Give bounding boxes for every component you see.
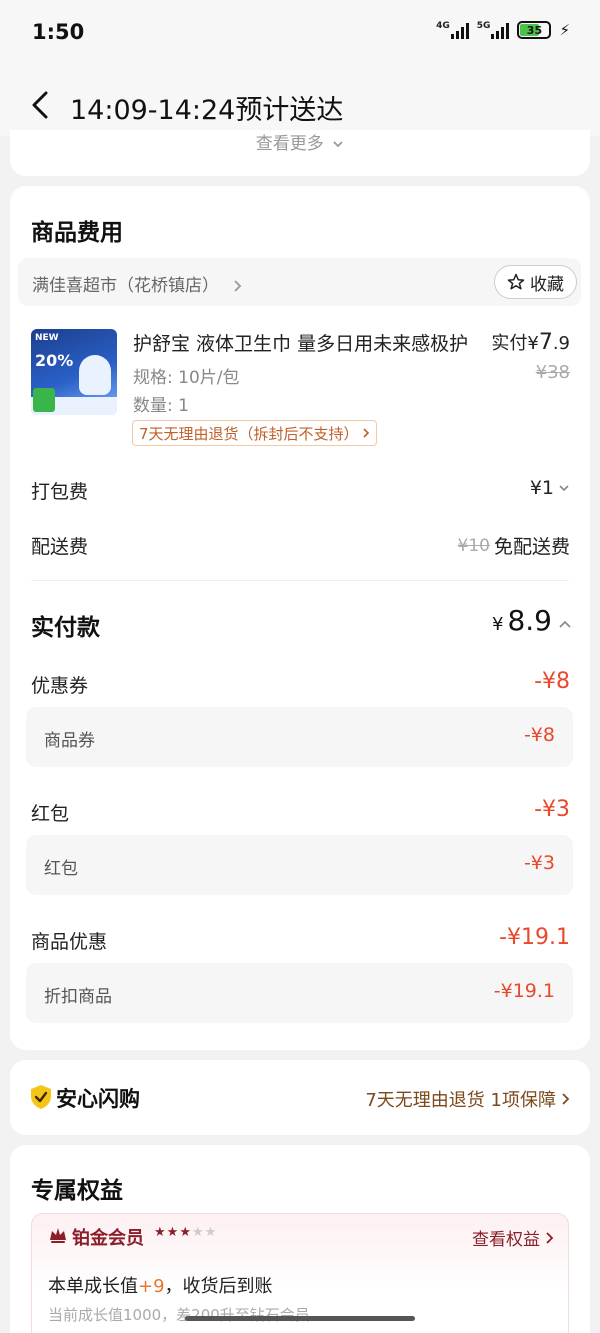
product-discount-detail-value: -¥19.1 <box>493 980 555 1002</box>
star-icon: ★ <box>154 1225 167 1240</box>
chevron-down-icon <box>333 141 343 148</box>
store-bar[interactable]: 满佳喜超市（花桥镇店） 收藏 <box>18 258 581 306</box>
redpacket-detail-row: 红包 -¥3 <box>26 835 573 895</box>
product-discount-label: 商品优惠 <box>31 931 108 953</box>
actual-payment-label: 实付款 <box>31 615 100 641</box>
product-spec: 规格: 10片/包 <box>133 368 240 388</box>
net-label-4g: 4G <box>436 20 450 31</box>
delivery-fee-free: 免配送费 <box>493 536 570 558</box>
packing-fee-label: 打包费 <box>31 481 89 503</box>
chevron-right-icon <box>234 280 242 292</box>
delivery-fee-original: ¥10 <box>457 535 490 556</box>
return-policy-tag[interactable]: 7天无理由退货（拆封后不支持） <box>132 420 377 446</box>
star-icon <box>507 273 525 290</box>
battery-icon: 35 <box>517 21 552 39</box>
star-icon: ★ <box>191 1225 205 1240</box>
product-image[interactable]: NEW 20% <box>31 329 117 415</box>
safe-purchase-guarantee[interactable]: 7天无理由退货 1项保障 <box>365 1086 570 1112</box>
chevron-down-icon <box>559 485 569 492</box>
chevron-right-icon <box>546 1231 554 1244</box>
store-name: 满佳喜超市（花桥镇店） <box>32 271 242 296</box>
fee-card: 商品费用 满佳喜超市（花桥镇店） 收藏 NEW 20% 护舒宝 液体卫生巾 量多… <box>10 186 590 1050</box>
shield-check-icon <box>31 1085 51 1109</box>
star-icon: ★ <box>166 1225 180 1240</box>
safe-purchase-card[interactable]: 安心闪购 7天无理由退货 1项保障 <box>10 1060 590 1135</box>
view-benefits-link[interactable]: 查看权益 <box>472 1225 554 1250</box>
chevron-right-icon <box>562 1093 570 1105</box>
divider <box>31 580 569 581</box>
status-bar: 1:50 4G 5G 35 ⚡ <box>0 0 600 66</box>
favorite-label: 收藏 <box>530 274 564 295</box>
product-discount-detail-row: 折扣商品 -¥19.1 <box>26 963 573 1023</box>
product-original-price: ¥38 <box>535 362 570 383</box>
product-discount-detail-label: 折扣商品 <box>44 987 112 1007</box>
coupon-detail-row: 商品券 -¥8 <box>26 707 573 767</box>
product-name[interactable]: 护舒宝 液体卫生巾 量多日用未来感极护 <box>133 329 473 356</box>
net-label-5g: 5G <box>476 20 491 31</box>
status-time: 1:50 <box>32 20 85 44</box>
packing-fee-value[interactable]: ¥1 <box>530 477 570 499</box>
redpacket-detail-value: -¥3 <box>523 852 555 874</box>
home-indicator <box>185 1316 415 1321</box>
see-more-button[interactable]: 查看更多 <box>0 129 600 154</box>
delivery-fee-value: ¥10 免配送费 <box>458 532 570 559</box>
actual-payment-value[interactable]: ¥ 8.9 <box>492 604 572 637</box>
vip-level-name: 铂金会员 <box>72 1228 144 1249</box>
coupon-detail-value: -¥8 <box>523 724 555 746</box>
delivery-fee-label: 配送费 <box>31 536 89 558</box>
back-arrow-icon[interactable] <box>30 90 52 120</box>
safe-purchase-title: 安心闪购 <box>56 1087 140 1111</box>
page-title: 14:09-14:24预计送达 <box>70 95 344 126</box>
crown-icon <box>50 1228 66 1243</box>
star-icon: ★ <box>179 1225 192 1240</box>
benefits-title: 专属权益 <box>31 1178 123 1204</box>
status-indicators: 4G 5G 35 ⚡ <box>436 21 570 39</box>
product-discount-value: -¥19.1 <box>499 925 570 950</box>
vip-stars: ★★★★★ <box>154 1225 217 1240</box>
growth-progress-text: 当前成长值1000，差200升至钻石会员 <box>48 1306 310 1324</box>
coupon-value: -¥8 <box>534 669 570 694</box>
redpacket-detail-label: 红包 <box>44 859 78 879</box>
fee-section-title: 商品费用 <box>31 220 123 246</box>
product-image-percent: 20% <box>35 351 74 370</box>
signal-4g-icon: 4G <box>436 20 469 39</box>
signal-5g-icon: 5G <box>476 20 510 39</box>
favorite-button[interactable]: 收藏 <box>494 265 577 299</box>
product-quantity: 数量: 1 <box>133 396 189 416</box>
chevron-up-icon <box>559 620 571 628</box>
nav-bar: 14:09-14:24预计送达 <box>0 66 600 136</box>
product-image-tag: NEW <box>35 333 59 343</box>
battery-level: 35 <box>526 23 543 37</box>
see-more-label: 查看更多 <box>255 134 324 154</box>
growth-value-text: 本单成长值+9，收货后到账 <box>48 1276 273 1297</box>
benefits-card: 专属权益 铂金会员 ★★★★★ 查看权益 本单成长值+9，收货后到账 当前成长值… <box>10 1145 590 1333</box>
redpacket-value: -¥3 <box>534 797 570 822</box>
product-paid-price: 实付¥7.9 <box>491 330 570 355</box>
chevron-right-icon <box>362 428 369 438</box>
coupon-label: 优惠券 <box>31 675 89 697</box>
coupon-detail-label: 商品券 <box>44 731 95 751</box>
vip-membership-box: 铂金会员 ★★★★★ 查看权益 本单成长值+9，收货后到账 当前成长值1000，… <box>31 1213 569 1333</box>
star-icon: ★ <box>204 1225 218 1240</box>
redpacket-label: 红包 <box>31 803 70 825</box>
charging-icon: ⚡ <box>559 21 570 39</box>
